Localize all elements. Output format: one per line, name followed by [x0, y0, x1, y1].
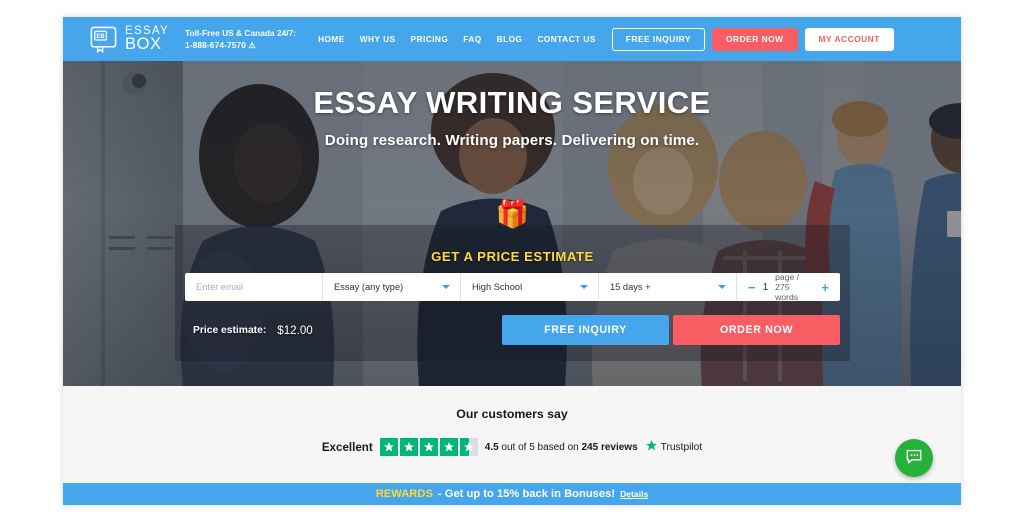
pages-decrement-button[interactable]: −	[748, 281, 756, 294]
trustpilot-label: Trustpilot	[660, 441, 703, 453]
pages-value: 1	[762, 281, 769, 293]
header-order-now-button[interactable]: ORDER NOW	[712, 27, 798, 51]
main-nav: HOME WHY US PRICING FAQ BLOG CONTACT US	[318, 34, 596, 44]
chat-bubble-icon	[904, 446, 924, 471]
rewards-details-link[interactable]: Details	[620, 489, 648, 499]
star-rating	[379, 438, 478, 456]
calculator-title: GET A PRICE ESTIMATE	[431, 249, 594, 264]
svg-text:EB: EB	[96, 34, 105, 40]
nav-item-contact-us[interactable]: CONTACT US	[537, 34, 595, 44]
hero-subtitle: Doing research. Writing papers. Deliveri…	[324, 132, 700, 149]
nav-item-pricing[interactable]: PRICING	[411, 34, 449, 44]
nav-item-blog[interactable]: BLOG	[497, 34, 523, 44]
warning-icon: ⚠	[248, 41, 256, 51]
rating-word: Excellent	[321, 440, 373, 454]
chevron-down-icon[interactable]	[442, 285, 450, 289]
email-field[interactable]: Enter email	[185, 273, 323, 301]
calculator-fields: Enter email Essay (any type) High School…	[185, 273, 840, 301]
rewards-bar: REWARDS - Get up to 15% back in Bonuses!…	[63, 483, 961, 505]
rating-score: 4.5	[484, 441, 499, 453]
trustpilot-brand[interactable]: Trustpilot	[645, 439, 703, 455]
reviews-heading: Our customers say	[456, 407, 568, 421]
price-estimate-value: $12.00	[277, 323, 313, 337]
trustpilot-widget[interactable]: Excellent 4.5 out of 5 based on 245 revi…	[63, 438, 961, 456]
paper-type-value: Essay (any type)	[334, 282, 404, 292]
hero-content: ESSAY WRITING SERVICE Doing research. Wr…	[63, 61, 961, 149]
phone-block[interactable]: Toll-Free US & Canada 24/7: 1-888-674-75…	[185, 26, 296, 52]
rating-summary: 4.5 out of 5 based on 245 reviews	[485, 442, 638, 453]
rating-of-text: out of 5 based on	[498, 441, 582, 453]
nav-item-home[interactable]: HOME	[318, 34, 345, 44]
academic-level-select[interactable]: High School	[461, 273, 599, 301]
trustpilot-star-icon	[645, 439, 658, 455]
phone-label: Toll-Free US & Canada 24/7:	[185, 28, 297, 39]
star-icon	[379, 438, 398, 456]
hero-title: ESSAY WRITING SERVICE	[313, 85, 711, 120]
calculator-actions: FREE INQUIRY ORDER NOW	[502, 315, 840, 345]
star-icon	[399, 438, 418, 456]
pages-stepper[interactable]: − 1 page / 275 words +	[737, 273, 840, 301]
chevron-down-icon[interactable]	[718, 285, 726, 289]
header-my-account-button[interactable]: MY ACCOUNT	[804, 27, 894, 51]
logo[interactable]: EB ESSAY BOX	[89, 25, 169, 53]
reviews-section: Our customers say Excellent 4.5 out of 5…	[63, 386, 961, 483]
calculator-free-inquiry-button[interactable]: FREE INQUIRY	[502, 315, 669, 345]
rewards-message: - Get up to 15% back in Bonuses!	[437, 488, 616, 500]
pages-unit-label: page / 275 words	[775, 273, 800, 301]
paper-type-select[interactable]: Essay (any type)	[323, 273, 461, 301]
nav-item-why-us[interactable]: WHY US	[360, 34, 396, 44]
site-header: EB ESSAY BOX Toll-Free US & Canada 24/7:…	[63, 17, 961, 61]
star-icon	[419, 438, 438, 456]
star-icon	[439, 438, 458, 456]
pages-increment-button[interactable]: +	[821, 281, 829, 294]
phone-number[interactable]: 1-888-674-7570	[185, 40, 246, 50]
academic-level-value: High School	[472, 282, 523, 292]
price-calculator: 🎁 GET A PRICE ESTIMATE Enter email Essay…	[175, 201, 850, 361]
calculator-footer: Price estimate: $12.00 FREE INQUIRY ORDE…	[185, 315, 840, 345]
logo-line-2: BOX	[125, 34, 162, 53]
rewards-highlight: REWARDS	[375, 488, 433, 500]
calculator-order-now-button[interactable]: ORDER NOW	[673, 315, 840, 345]
logo-text: ESSAY BOX	[125, 25, 169, 53]
chat-widget-button[interactable]	[895, 439, 933, 477]
chevron-down-icon[interactable]	[580, 285, 588, 289]
hero-section: ESSAY WRITING SERVICE Doing research. Wr…	[63, 61, 961, 386]
star-half-icon	[459, 438, 478, 456]
nav-item-faq[interactable]: FAQ	[463, 34, 481, 44]
book-icon: EB	[89, 25, 118, 53]
header-free-inquiry-button[interactable]: FREE INQUIRY	[611, 27, 705, 51]
deadline-select[interactable]: 15 days +	[599, 273, 737, 301]
price-estimate-label: Price estimate:	[193, 324, 267, 336]
reviews-count: 245 reviews	[581, 441, 638, 453]
site-page: EB ESSAY BOX Toll-Free US & Canada 24/7:…	[63, 17, 961, 505]
header-actions: FREE INQUIRY ORDER NOW MY ACCOUNT	[611, 27, 894, 51]
email-placeholder: Enter email	[196, 282, 244, 292]
gift-icon: 🎁	[495, 199, 530, 229]
deadline-value: 15 days +	[610, 282, 651, 292]
